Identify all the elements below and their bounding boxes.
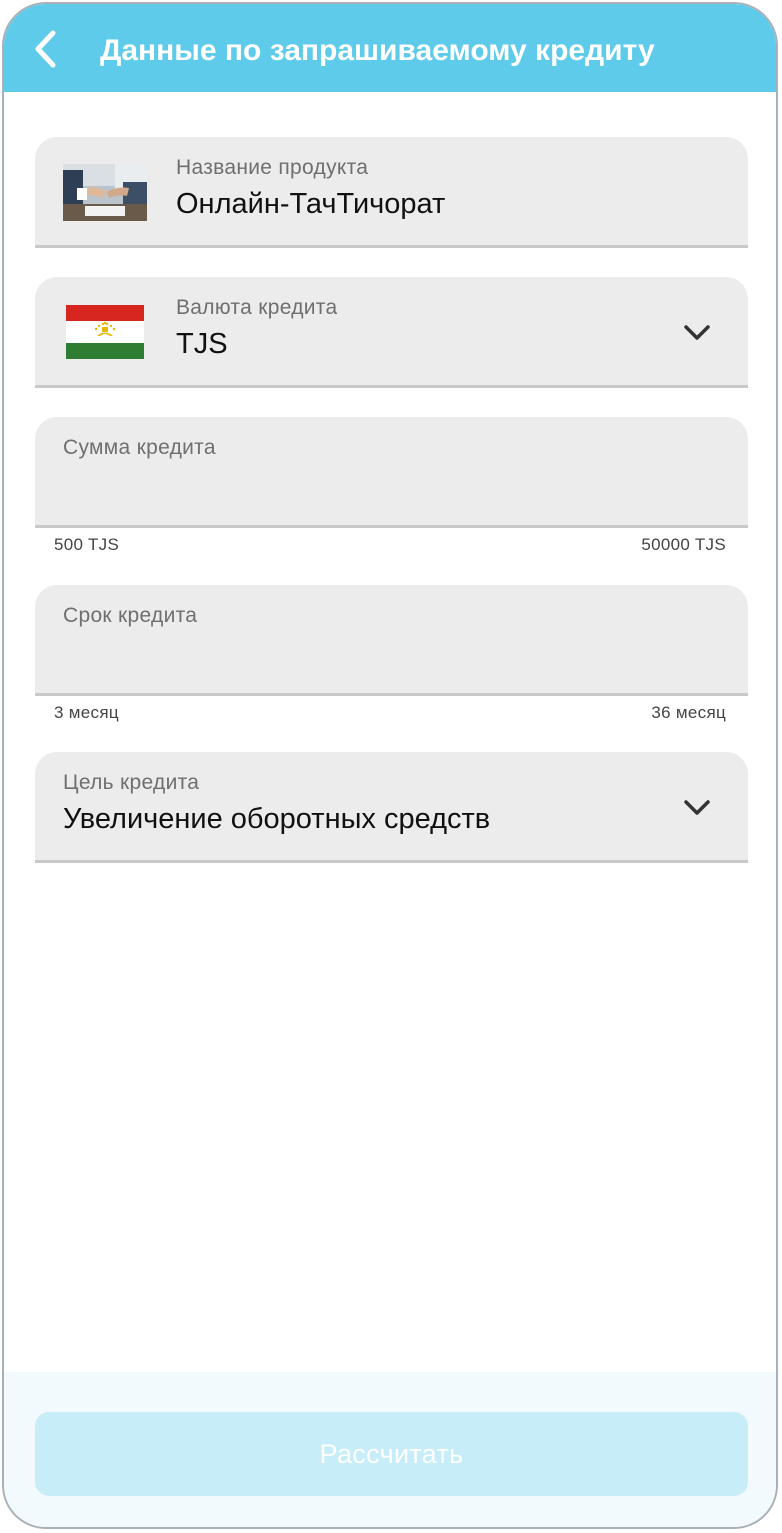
- product-name-value: Онлайн-ТачТичорат: [176, 188, 446, 220]
- chevron-down-icon: [684, 800, 710, 815]
- calculate-button[interactable]: Рассчитать: [35, 1412, 748, 1496]
- product-name-field[interactable]: Название продукта Онлайн-ТачТичорат: [35, 137, 748, 248]
- loan-amount-label: Сумма кредита: [63, 436, 216, 459]
- product-thumbnail: [63, 164, 147, 221]
- loan-term-max: 36 месяц: [651, 703, 726, 722]
- currency-select[interactable]: Валюта кредита TJS: [35, 277, 748, 388]
- loan-amount-max: 50000 TJS: [641, 535, 726, 554]
- loan-amount-input[interactable]: Сумма кредита: [35, 417, 748, 528]
- chevron-left-icon: [35, 30, 56, 68]
- app-header: Данные по запрашиваемому кредиту: [4, 4, 776, 92]
- tajikistan-flag-icon: [66, 305, 144, 359]
- loan-term-label: Срок кредита: [63, 604, 198, 627]
- loan-purpose-select[interactable]: Цель кредита Увеличение оборотных средст…: [35, 752, 748, 863]
- phone-screen: Данные по запрашиваемому кредиту Названи…: [2, 2, 778, 1529]
- product-name-label: Название продукта: [176, 156, 369, 179]
- chevron-down-icon: [684, 325, 710, 340]
- currency-label: Валюта кредита: [176, 296, 338, 319]
- back-button[interactable]: [26, 26, 66, 72]
- loan-term-input[interactable]: Срок кредита: [35, 585, 748, 696]
- loan-purpose-value: Увеличение оборотных средств: [63, 803, 491, 835]
- loan-term-min: 3 месяц: [54, 703, 119, 722]
- loan-amount-min: 500 TJS: [54, 535, 120, 554]
- page-title: Данные по запрашиваемому кредиту: [100, 34, 655, 67]
- currency-value: TJS: [176, 328, 228, 360]
- loan-purpose-label: Цель кредита: [63, 771, 200, 794]
